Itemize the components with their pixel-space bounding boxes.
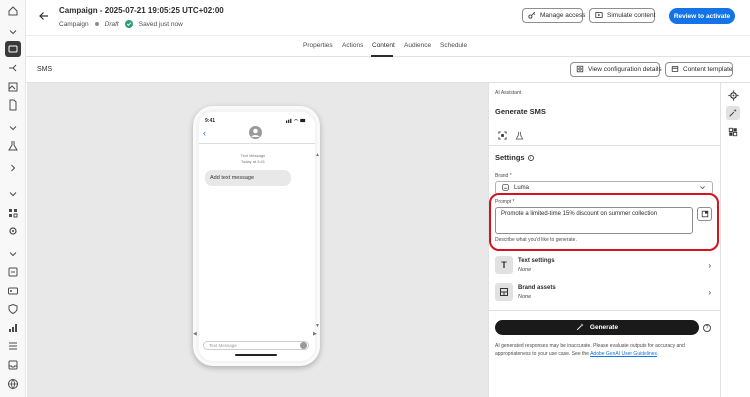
simulate-icon — [595, 11, 603, 21]
status-dot — [94, 22, 99, 26]
campaign-meta: Campaign Draft Saved just now — [59, 20, 183, 28]
brand-assets-icon — [495, 283, 513, 301]
text-settings-row[interactable]: T Text settings None › — [495, 254, 717, 276]
manage-access-button[interactable]: Manage access — [522, 8, 586, 23]
divider — [489, 145, 720, 146]
page-title: Campaign - 2025-07-21 19:05:25 UTC+02:00 — [59, 6, 224, 15]
info-icon[interactable]: i — [527, 154, 534, 161]
phone-time: 9:41 — [205, 118, 216, 124]
channels-icon[interactable] — [6, 265, 20, 279]
chevron-down-icon[interactable] — [6, 121, 20, 135]
view-configuration-button[interactable]: View configuration details — [570, 62, 662, 77]
ai-disclaimer: AI generated responses may be inaccurate… — [495, 343, 685, 357]
status-badge: Draft — [104, 20, 119, 28]
flask-icon[interactable] — [515, 127, 525, 140]
campaigns-icon[interactable] — [5, 41, 21, 57]
genai-guidelines-link[interactable]: Adobe GenAI User Guidelines — [590, 351, 657, 357]
home-icon[interactable] — [6, 4, 20, 18]
gear-icon[interactable] — [6, 224, 20, 238]
scroll-right-arrow-icon[interactable]: ▶ — [313, 331, 317, 337]
journeys-icon[interactable] — [6, 61, 20, 75]
tab-actions[interactable]: Actions — [342, 42, 363, 49]
tab-schedule[interactable]: Schedule — [440, 42, 467, 49]
brand-assets-row[interactable]: Brand assets None › — [495, 281, 717, 303]
globe-icon[interactable] — [6, 377, 20, 391]
tab-properties[interactable]: Properties — [303, 42, 333, 49]
segments-icon[interactable] — [6, 206, 20, 220]
signal-icon — [286, 118, 306, 124]
chevron-right-icon: › — [708, 260, 711, 270]
send-icon — [300, 342, 307, 349]
gear-icon[interactable] — [726, 88, 740, 102]
help-icon[interactable]: ? — [703, 324, 711, 332]
brand-logo-icon — [502, 183, 509, 193]
message-bubble[interactable]: Add text message — [205, 170, 291, 186]
ai-assistant-icon[interactable] — [726, 106, 740, 120]
prompt-help-text: Describe what you'd like to generate. — [495, 237, 577, 243]
checkmark-icon — [124, 20, 133, 28]
review-to-activate-button[interactable]: Review to activate — [669, 8, 735, 24]
message-timestamp: Text Message Today at 9:41 — [240, 153, 266, 164]
shield-icon[interactable] — [6, 302, 20, 316]
chevron-down-icon[interactable] — [6, 247, 20, 261]
panel-label: AI Assistant — [495, 90, 522, 96]
avatar — [249, 126, 262, 139]
text-icon: T — [495, 256, 513, 274]
prompt-library-icon — [701, 205, 709, 223]
content-icon[interactable] — [6, 80, 20, 94]
chevron-down-icon[interactable] — [6, 187, 20, 201]
key-icon — [528, 11, 536, 21]
chart-icon[interactable] — [6, 321, 20, 335]
scroll-up-arrow-icon[interactable]: ▲ — [315, 152, 320, 158]
chevron-right-icon: › — [708, 287, 711, 297]
divider — [489, 310, 720, 311]
brand-label: Brand * — [495, 173, 512, 179]
settings-doc-icon — [576, 65, 584, 75]
left-nav-rail — [0, 0, 26, 397]
chevron-down-icon[interactable] — [6, 25, 20, 39]
home-indicator — [235, 354, 277, 356]
prompt-label: Prompt * — [495, 199, 515, 205]
chevron-left-icon[interactable]: ‹ — [203, 128, 206, 138]
channel-label: SMS — [37, 66, 53, 73]
template-icon — [671, 65, 679, 75]
document-icon[interactable] — [6, 98, 20, 112]
message-input: Text Message — [203, 341, 309, 350]
prompt-library-button[interactable] — [697, 207, 712, 221]
prompt-textarea[interactable]: Promote a limited-time 15% discount on s… — [495, 207, 693, 234]
settings-heading: Settings i — [495, 153, 534, 162]
tab-audience[interactable]: Audience — [404, 42, 431, 49]
variants-icon[interactable] — [726, 125, 740, 139]
saved-status: Saved just now — [138, 20, 183, 28]
generate-button[interactable]: Generate — [495, 320, 699, 335]
profile-card-icon[interactable] — [6, 284, 20, 298]
back-arrow-icon[interactable] — [37, 9, 51, 23]
tab-bar: Properties Actions Content Audience Sche… — [26, 35, 750, 57]
flask-icon[interactable] — [6, 139, 20, 153]
inbox-icon[interactable] — [6, 358, 20, 372]
expand-icon[interactable] — [498, 127, 508, 140]
scroll-left-arrow-icon[interactable]: ◀ — [193, 331, 197, 337]
tab-content[interactable]: Content — [372, 42, 395, 49]
magic-wand-icon — [576, 322, 584, 333]
simulate-content-button[interactable]: Simulate content — [589, 8, 655, 23]
phone-screen — [199, 112, 315, 361]
divider — [199, 143, 315, 144]
breadcrumb[interactable]: Campaign — [59, 21, 89, 28]
content-template-button[interactable]: Content template — [665, 62, 733, 77]
chevron-right-icon[interactable] — [6, 161, 20, 175]
chevron-down-icon — [699, 184, 706, 193]
list-icon[interactable] — [6, 339, 20, 353]
panel-heading: Generate SMS — [495, 107, 546, 116]
scroll-down-arrow-icon[interactable]: ▼ — [315, 323, 320, 329]
